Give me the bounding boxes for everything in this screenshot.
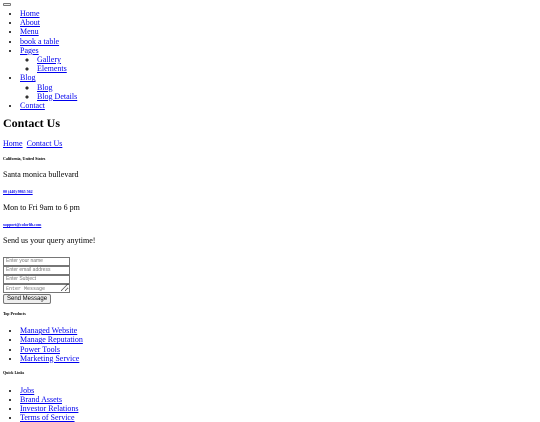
investor-relations-link[interactable]: Investor Relations [20, 404, 78, 413]
address-text: Santa monica bullevard [3, 170, 79, 180]
top-products-title: Top Products [3, 310, 26, 316]
main-nav: Home About Menu book a table Pages Galle… [3, 9, 537, 110]
phone-heading: 00 (440) 9865 562 [3, 190, 537, 194]
nav-toggle-button[interactable] [3, 3, 11, 6]
quick-links-title: Quick Links [3, 369, 25, 375]
power-tools-link[interactable]: Power Tools [20, 345, 60, 354]
nav-link-blog[interactable]: Blog [20, 73, 36, 82]
nav-link-blog-details[interactable]: Blog Details [37, 92, 77, 101]
subject-input[interactable] [3, 274, 70, 284]
nav-link-menu[interactable]: Menu [20, 27, 39, 36]
nav-link-pages[interactable]: Pages [20, 46, 39, 55]
hours-text: Mon to Fri 9am to 6 pm [3, 203, 80, 213]
phone-link[interactable]: 00 (440) 9865 562 [3, 189, 33, 194]
nav-link-home[interactable]: Home [20, 9, 40, 18]
contact-form: Send Message [3, 256, 537, 304]
nav-link-elements[interactable]: Elements [37, 64, 67, 73]
send-message-button[interactable]: Send Message [3, 293, 52, 304]
page: Home About Menu book a table Pages Galle… [0, 0, 540, 422]
location-heading: California, United States [3, 156, 46, 162]
brand-assets-link[interactable]: Brand Assets [20, 395, 62, 404]
list-item: Manage Reputation [20, 335, 537, 344]
breadcrumb-home-link[interactable]: Home [3, 139, 23, 148]
list-item: Managed Website [20, 326, 537, 335]
nav-item-blog: Blog Blog Blog Details [20, 73, 537, 101]
jobs-link[interactable]: Jobs [20, 386, 34, 395]
nav-link-about[interactable]: About [20, 18, 40, 27]
submenu-item-elements: Elements [37, 64, 537, 73]
manage-reputation-link[interactable]: Manage Reputation [20, 335, 83, 344]
list-item: Power Tools [20, 345, 537, 354]
breadcrumb: Home Contact Us [3, 139, 537, 148]
list-item: Jobs [20, 386, 537, 395]
name-input[interactable] [3, 256, 70, 266]
page-title: Contact Us [3, 116, 60, 131]
nav-link-blog-list[interactable]: Blog [37, 83, 53, 92]
breadcrumb-contact-link[interactable]: Contact Us [27, 139, 63, 148]
terms-of-service-link[interactable]: Terms of Service [20, 413, 75, 422]
nav-item-about: About [20, 18, 537, 27]
blog-submenu: Blog Blog Details [20, 83, 537, 101]
nav-item-menu: Menu [20, 27, 537, 36]
submenu-item-blog: Blog [37, 83, 537, 92]
nav-link-contact[interactable]: Contact [20, 101, 45, 110]
list-item: Brand Assets [20, 395, 537, 404]
pages-submenu: Gallery Elements [20, 55, 537, 73]
nav-link-book-a-table[interactable]: book a table [20, 37, 59, 46]
email-heading: support@colorlib.com [3, 223, 537, 227]
marketing-service-link[interactable]: Marketing Service [20, 354, 79, 363]
submenu-item-gallery: Gallery [37, 55, 537, 64]
list-item: Investor Relations [20, 404, 537, 413]
managed-website-link[interactable]: Managed Website [20, 326, 77, 335]
email-link[interactable]: support@colorlib.com [3, 222, 41, 227]
email-input[interactable] [3, 265, 70, 275]
quick-links-list: Jobs Brand Assets Investor Relations Ter… [3, 386, 537, 422]
nav-item-pages: Pages Gallery Elements [20, 46, 537, 74]
list-item: Terms of Service [20, 413, 537, 422]
nav-item-book-a-table: book a table [20, 37, 537, 46]
top-products-list: Managed Website Manage Reputation Power … [3, 326, 537, 363]
submenu-item-blog-details: Blog Details [37, 92, 537, 101]
nav-item-home: Home [20, 9, 537, 18]
email-note: Send us your query anytime! [3, 236, 96, 246]
nav-link-gallery[interactable]: Gallery [37, 55, 61, 64]
message-textarea[interactable] [3, 283, 70, 293]
nav-item-contact: Contact [20, 101, 537, 110]
list-item: Marketing Service [20, 354, 537, 363]
